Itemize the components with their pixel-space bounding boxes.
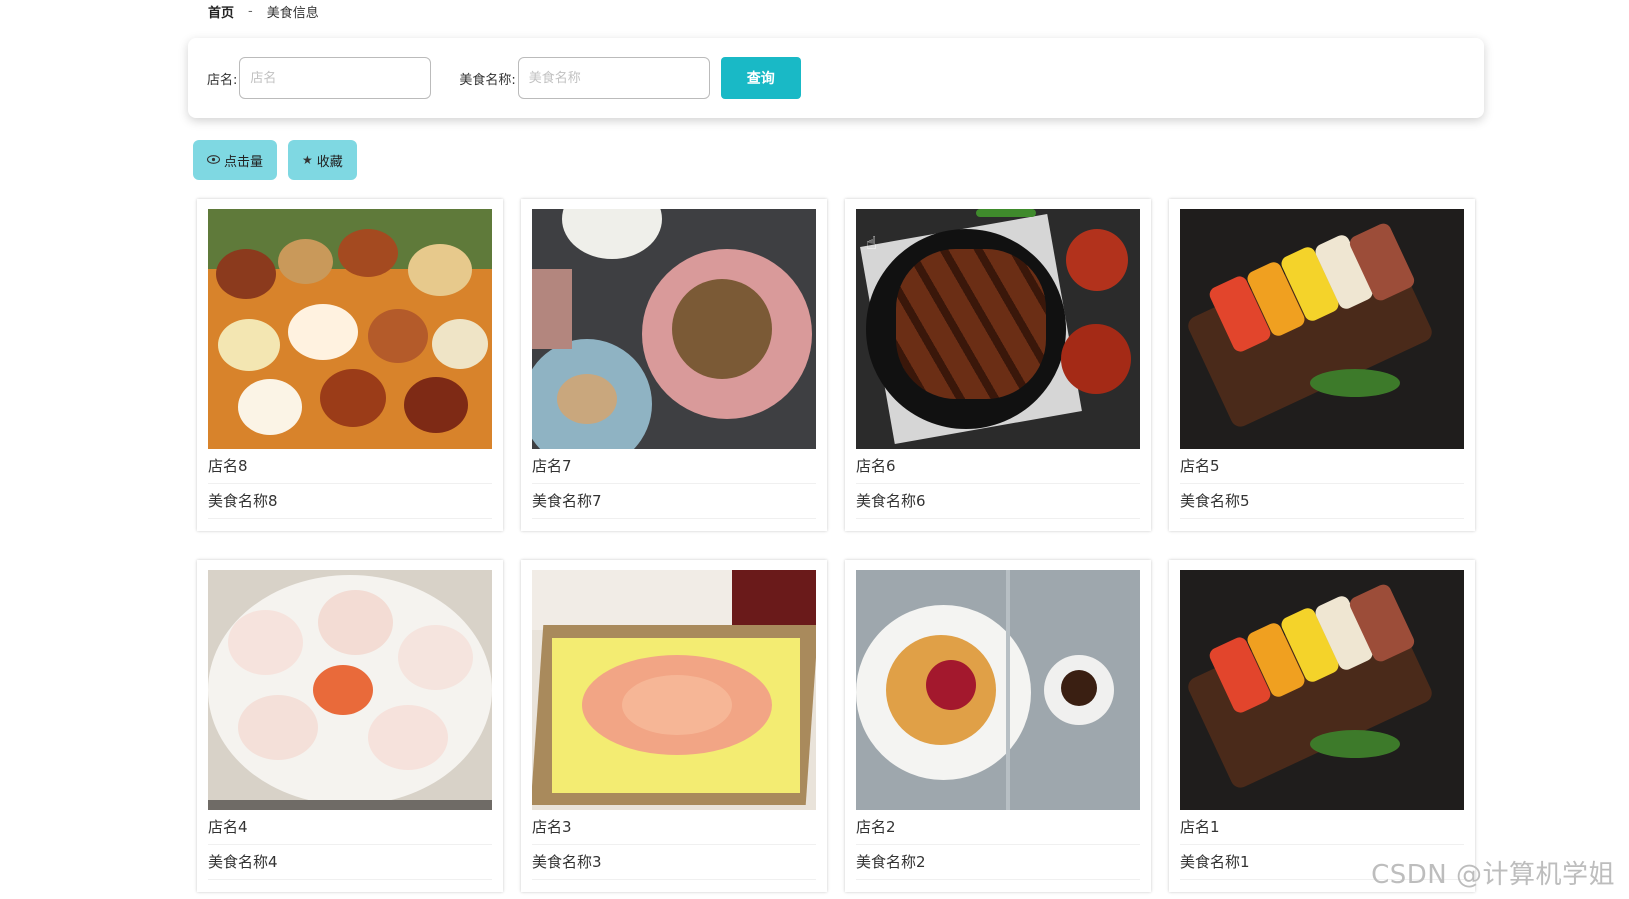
watermark: CSDN @计算机学姐 bbox=[1371, 860, 1615, 890]
sort-by-clicks-label: 点击量 bbox=[224, 154, 264, 170]
breadcrumb: 首页 - 美食信息 bbox=[208, 2, 319, 21]
star-icon: ★ bbox=[302, 153, 313, 167]
breadcrumb-home[interactable]: 首页 bbox=[208, 2, 234, 21]
food-name: 美食名称5 bbox=[1180, 484, 1464, 519]
food-image bbox=[856, 209, 1140, 449]
shop-name: 店名8 bbox=[208, 449, 492, 484]
sort-by-favorite-label: 收藏 bbox=[316, 154, 343, 170]
food-name-input[interactable] bbox=[517, 57, 710, 99]
food-name: 美食名称8 bbox=[208, 484, 492, 519]
food-image bbox=[208, 209, 492, 449]
shop-name: 店名5 bbox=[1180, 449, 1464, 484]
search-panel: 店名: 美食名称: 查询 bbox=[188, 38, 1484, 118]
food-card[interactable]: 店名8 美食名称8 bbox=[197, 199, 503, 531]
food-card[interactable]: 店名6 美食名称6 bbox=[845, 199, 1151, 531]
shop-name: 店名3 bbox=[532, 810, 816, 845]
food-card[interactable]: 店名1 美食名称1 bbox=[1169, 560, 1475, 892]
shop-name-input[interactable] bbox=[239, 57, 432, 99]
breadcrumb-current: 美食信息 bbox=[266, 6, 319, 21]
eye-icon bbox=[206, 153, 221, 167]
food-image bbox=[208, 570, 492, 810]
hand-cursor-icon: ☝ bbox=[866, 233, 877, 254]
food-card[interactable]: 店名5 美食名称5 bbox=[1169, 199, 1475, 531]
page: 首页 - 美食信息 店名: 美食名称: 查询 点击量 ★ 收藏 bbox=[0, 0, 1629, 899]
food-name: 美食名称2 bbox=[856, 845, 1140, 880]
query-button[interactable]: 查询 bbox=[720, 57, 801, 99]
breadcrumb-separator: - bbox=[248, 4, 253, 19]
food-name-label: 美食名称: bbox=[459, 72, 516, 88]
food-image bbox=[856, 570, 1140, 810]
food-image bbox=[1180, 570, 1464, 810]
food-image bbox=[532, 570, 816, 810]
food-card[interactable]: 店名2 美食名称2 bbox=[845, 560, 1151, 892]
shop-name: 店名7 bbox=[532, 449, 816, 484]
food-card[interactable]: 店名7 美食名称7 bbox=[521, 199, 827, 531]
food-name: 美食名称3 bbox=[532, 845, 816, 880]
food-name: 美食名称4 bbox=[208, 845, 492, 880]
food-grid: 店名8 美食名称8 店名7 美食名称7 店名6 美食名称6 店名5 美食名称5 … bbox=[197, 199, 1475, 892]
shop-name: 店名2 bbox=[856, 810, 1140, 845]
shop-name: 店名4 bbox=[208, 810, 492, 845]
shop-name: 店名6 bbox=[856, 449, 1140, 484]
sort-bar: 点击量 ★ 收藏 bbox=[193, 140, 357, 180]
sort-by-favorite-button[interactable]: ★ 收藏 bbox=[288, 140, 357, 180]
shop-name-label: 店名: bbox=[207, 72, 238, 88]
food-image bbox=[532, 209, 816, 449]
food-card[interactable]: 店名3 美食名称3 bbox=[521, 560, 827, 892]
food-name: 美食名称7 bbox=[532, 484, 816, 519]
shop-name: 店名1 bbox=[1180, 810, 1464, 845]
food-card[interactable]: 店名4 美食名称4 bbox=[197, 560, 503, 892]
food-name: 美食名称6 bbox=[856, 484, 1140, 519]
food-image bbox=[1180, 209, 1464, 449]
sort-by-clicks-button[interactable]: 点击量 bbox=[193, 140, 278, 180]
